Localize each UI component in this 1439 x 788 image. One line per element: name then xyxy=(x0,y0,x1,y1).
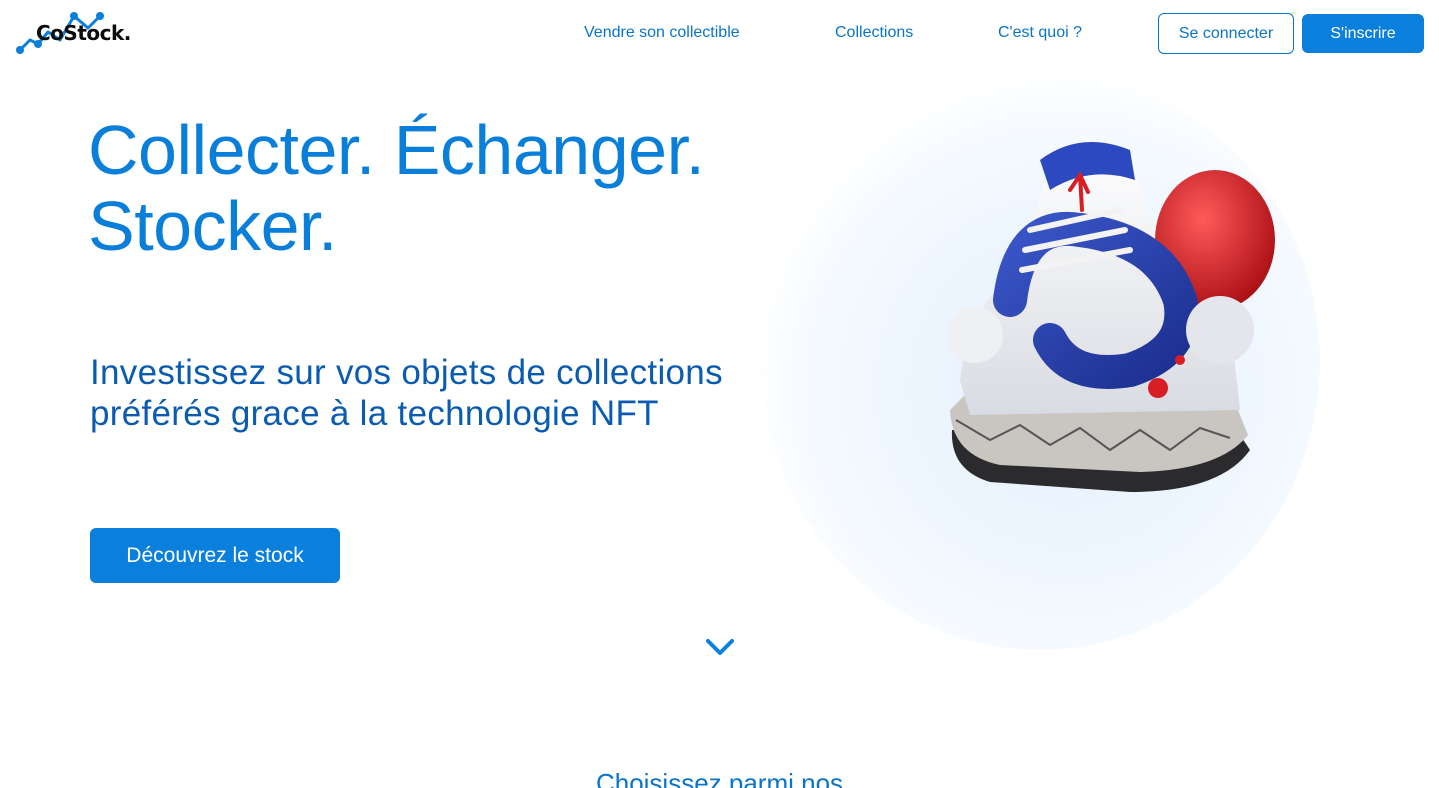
hero-subtitle-line2: préférés grace à la technologie NFT xyxy=(90,394,659,433)
nav-link-cest-quoi[interactable]: C'est quoi ? xyxy=(998,24,1082,42)
logo[interactable]: CoStock. xyxy=(14,10,131,58)
hero-title: Collecter. Échanger. Stocker. xyxy=(88,112,848,264)
chevron-down-icon[interactable] xyxy=(704,636,736,658)
signup-button[interactable]: S'inscrire xyxy=(1302,14,1424,53)
nav-link-collections[interactable]: Collections xyxy=(835,24,913,42)
nav-link-vendre[interactable]: Vendre son collectible xyxy=(584,24,740,42)
hero-subtitle: Investissez sur vos objets de collection… xyxy=(90,352,850,434)
hero-title-line1: Collecter. Échanger. xyxy=(88,111,705,189)
logo-text: CoStock. xyxy=(36,21,131,45)
login-button[interactable]: Se connecter xyxy=(1158,13,1294,54)
hero-subtitle-line1: Investissez sur vos objets de collection… xyxy=(90,353,723,392)
next-section-heading: Choisissez parmi nos xyxy=(595,768,844,788)
discover-stock-button[interactable]: Découvrez le stock xyxy=(90,528,340,583)
sneaker-illustration xyxy=(947,142,1275,492)
hero-title-line2: Stocker. xyxy=(88,187,337,265)
